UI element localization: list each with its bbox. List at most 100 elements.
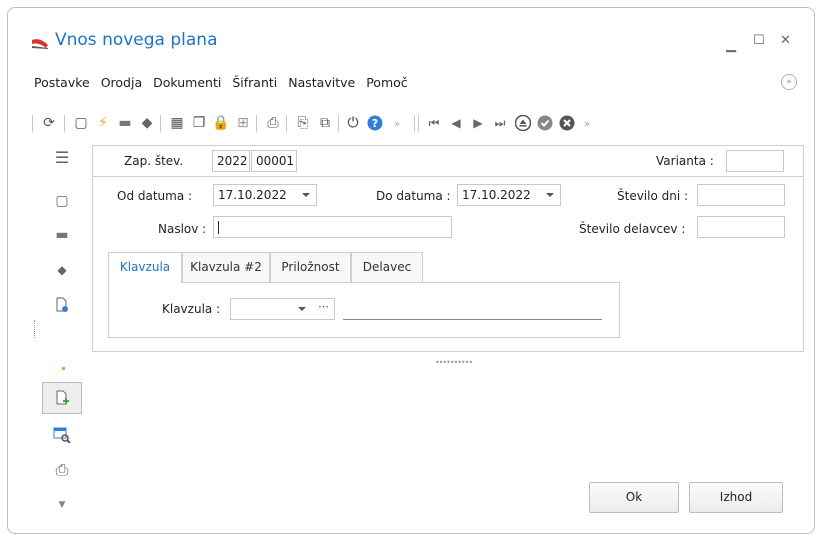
copy-icon[interactable]: ❐ [190, 113, 208, 133]
do-datuma-label: Do datuma : [376, 189, 451, 203]
toolbar-separator [160, 115, 161, 132]
varianta-label: Varianta : [656, 154, 714, 168]
varianta-field[interactable] [726, 150, 784, 172]
calculator-icon[interactable]: ▦ [168, 113, 186, 133]
app-window: Vnos novega plana ▁ ☐ ✕ Postavke Orodja … [7, 7, 815, 534]
od-datuma-label: Od datuma : [117, 189, 193, 203]
toolbar-separator [256, 115, 257, 132]
form-header: Zap. štev. 2022 00001 Varianta : [93, 146, 803, 177]
do-datuma-value: 17.10.2022 [462, 188, 531, 202]
toolbar-separator [418, 115, 419, 132]
zap-number-field[interactable]: 00001 [251, 150, 297, 172]
grid-search-icon [53, 427, 71, 443]
help-circle-icon: ? [367, 115, 383, 131]
x-circle-icon [559, 115, 575, 131]
menu-pomoc[interactable]: Pomoč [366, 75, 407, 95]
menu-bar: Postavke Orodja Dokumenti Šifranti Nasta… [34, 75, 419, 95]
od-datuma-field[interactable]: 17.10.2022 [213, 184, 317, 206]
new-document-icon[interactable]: ▢ [52, 191, 72, 211]
eraser-icon[interactable]: ◆ [52, 260, 72, 280]
first-record-icon[interactable]: ⏮ [425, 113, 443, 133]
od-datuma-value: 17.10.2022 [218, 188, 287, 202]
ellipsis-icon[interactable]: ⋯ [318, 300, 329, 314]
cancel-icon[interactable] [558, 113, 576, 133]
toolbar-separator [414, 115, 415, 132]
help-icon[interactable]: ? [366, 113, 384, 133]
document-gear-icon [56, 297, 68, 312]
confirm-icon[interactable] [536, 113, 554, 133]
text-caret [218, 221, 219, 234]
previous-record-icon[interactable]: ◀ [447, 113, 465, 133]
grid-icon[interactable]: ⊞ [234, 113, 252, 133]
lock-icon[interactable]: 🔒 [212, 113, 230, 133]
toolbar-separator [32, 115, 33, 132]
chevron-down-icon[interactable]: ▼ [52, 495, 72, 515]
title-bar: Vnos novega plana ▁ ☐ ✕ [8, 8, 814, 56]
plan-form: Zap. štev. 2022 00001 Varianta : Od datu… [92, 145, 804, 352]
duplicate-icon[interactable]: ⧉ [316, 113, 334, 133]
eraser-icon[interactable]: ◆ [138, 113, 156, 133]
menu-postavke[interactable]: Postavke [34, 75, 90, 95]
hamburger-menu-icon[interactable]: ☰ [52, 147, 72, 167]
ok-button[interactable]: Ok [589, 482, 679, 513]
power-icon[interactable]: ⏻ [344, 113, 362, 133]
naslov-label: Naslov : [158, 222, 207, 236]
add-new-button[interactable] [42, 382, 82, 414]
print-icon[interactable]: ⎙ [52, 460, 72, 480]
tab-panel-klavzula: Klavzula : ⋯ [108, 282, 620, 338]
chevron-down-icon[interactable] [302, 193, 310, 197]
stevilo-delavcev-field[interactable] [697, 216, 785, 238]
table-search-icon[interactable] [52, 425, 72, 445]
folder-icon[interactable]: ▬ [52, 225, 72, 245]
tab-klavzula-2[interactable]: Klavzula #2 [182, 252, 270, 282]
expand-icon[interactable]: » [578, 113, 596, 133]
eject-circle-icon [515, 115, 531, 131]
paste-icon[interactable]: ⎘ [294, 113, 312, 133]
chevron-down-icon[interactable] [546, 193, 554, 197]
klavzula-description-field[interactable] [343, 319, 602, 320]
klavzula-label: Klavzula : [162, 302, 221, 316]
tab-priloznost[interactable]: Priložnost [270, 252, 351, 282]
indicator-dot [62, 367, 65, 370]
do-datuma-field[interactable]: 17.10.2022 [457, 184, 561, 206]
chevron-down-icon[interactable] [298, 307, 306, 311]
klavzula-combo[interactable]: ⋯ [230, 298, 335, 320]
app-logo-icon [32, 39, 48, 49]
next-record-icon[interactable]: ▶ [469, 113, 487, 133]
last-record-icon[interactable]: ⏭ [491, 113, 509, 133]
document-settings-icon[interactable] [52, 295, 72, 315]
menu-orodja[interactable]: Orodja [101, 75, 142, 95]
stevilo-dni-field[interactable] [697, 184, 785, 206]
toolbar-separator [286, 115, 287, 132]
left-sidebar: ☰ ▢ ▬ ◆ ⎙ ▼ [34, 145, 90, 515]
collapse-ribbon-icon[interactable]: » [781, 74, 797, 90]
menu-dokumenti[interactable]: Dokumenti [153, 75, 221, 95]
stevilo-delavcev-label: Število delavcev : [579, 222, 686, 236]
naslov-field[interactable] [213, 216, 452, 238]
stevilo-dni-label: Število dni : [617, 189, 689, 203]
zap-year-field[interactable]: 2022 [212, 150, 250, 172]
toolbar-separator [338, 115, 339, 132]
folder-icon[interactable]: ▬ [116, 113, 134, 133]
svg-text:?: ? [372, 117, 378, 130]
close-icon[interactable]: ✕ [780, 33, 791, 48]
minimize-icon[interactable]: ▁ [726, 38, 736, 53]
exit-button[interactable]: Izhod [689, 482, 783, 513]
refresh-icon[interactable]: ⟳ [40, 113, 58, 133]
tab-delavec[interactable]: Delavec [351, 252, 423, 282]
new-document-icon[interactable]: ▢ [72, 113, 90, 133]
toolbar-separator [64, 115, 65, 132]
window-title: Vnos novega plana [55, 30, 218, 50]
lightning-icon[interactable]: ⚡ [94, 113, 112, 133]
expand-icon[interactable]: » [388, 113, 406, 133]
check-circle-icon [537, 115, 553, 131]
eject-icon[interactable] [514, 113, 532, 133]
sidebar-divider [34, 320, 35, 338]
maximize-icon[interactable]: ☐ [753, 33, 765, 48]
splitter-handle[interactable]: •••••••••• [435, 358, 473, 367]
tab-klavzula[interactable]: Klavzula [108, 252, 182, 283]
menu-sifranti[interactable]: Šifranti [232, 75, 277, 95]
zap-label: Zap. štev. [124, 154, 184, 168]
menu-nastavitve[interactable]: Nastavitve [288, 75, 355, 95]
print-icon[interactable]: ⎙ [264, 113, 282, 133]
